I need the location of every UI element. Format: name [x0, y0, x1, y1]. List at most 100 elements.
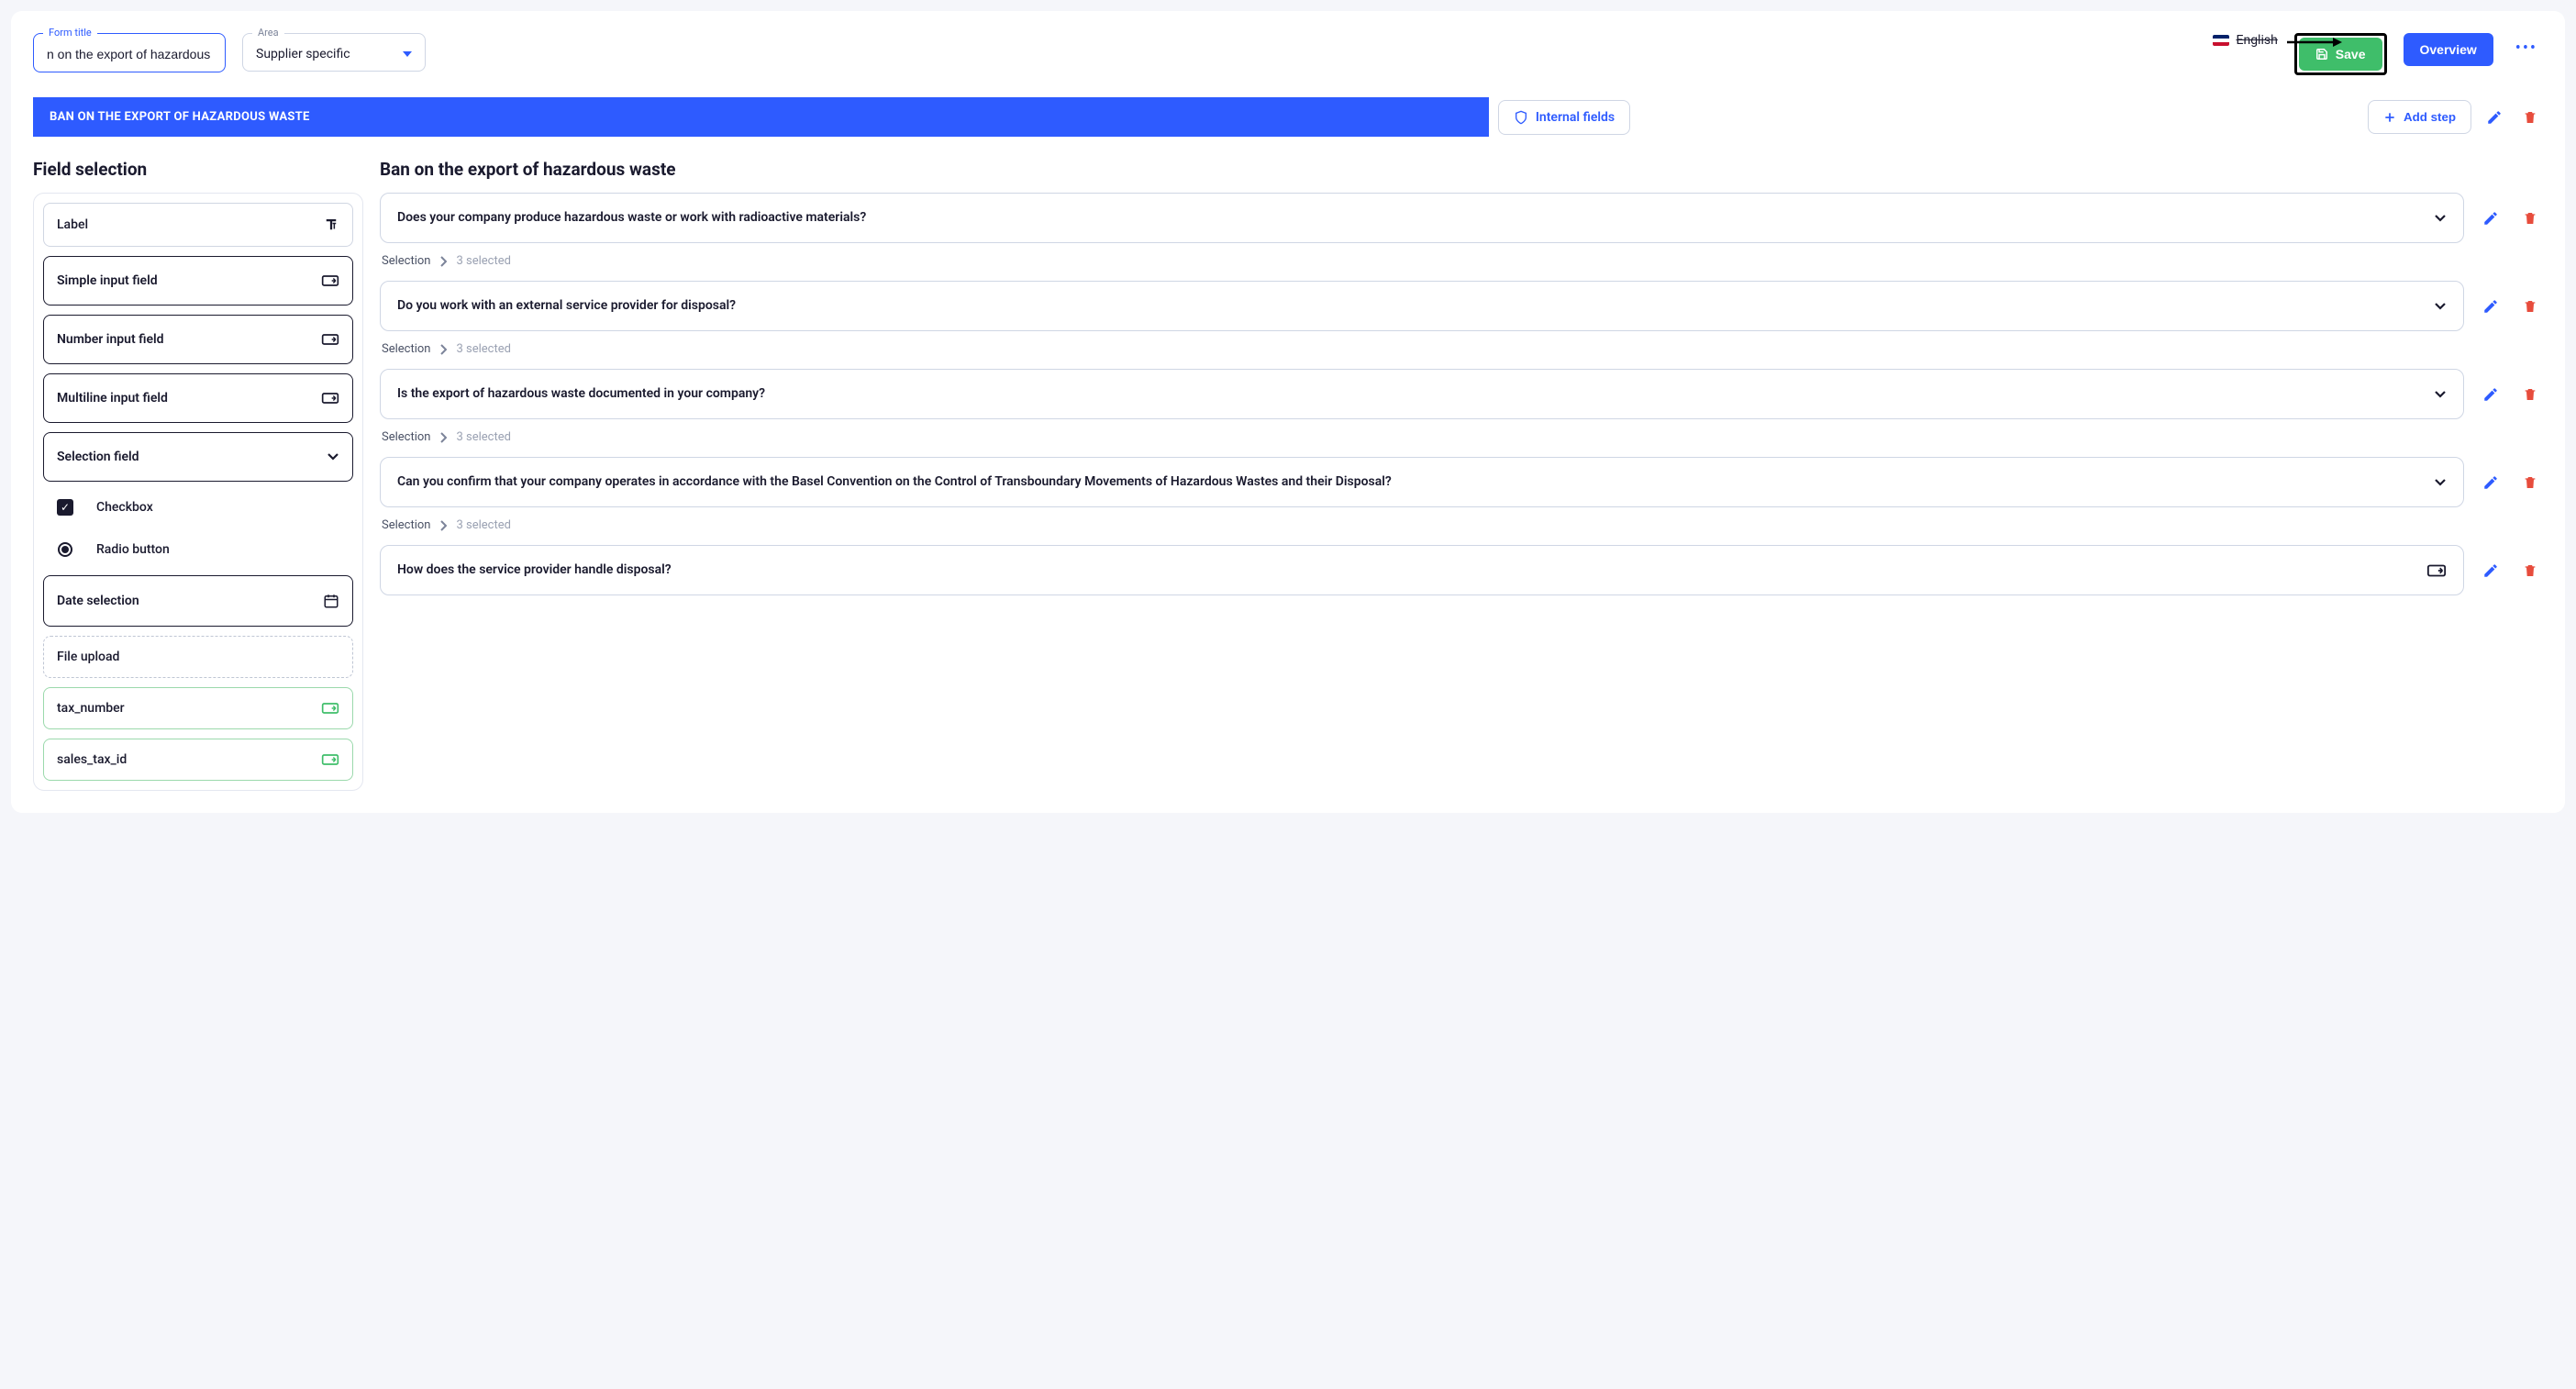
- form-preview-title: Ban on the export of hazardous waste: [380, 159, 2543, 180]
- edit-question-button[interactable]: [2477, 557, 2504, 584]
- radio-icon: [58, 542, 72, 557]
- delete-question-button[interactable]: [2517, 293, 2543, 320]
- field-type-radio[interactable]: Radio button: [43, 533, 353, 566]
- field-type-radio-text: Radio button: [96, 542, 170, 557]
- field-type-number-input[interactable]: Number input field: [43, 315, 353, 364]
- question-text: Do you work with an external service pro…: [397, 296, 2434, 316]
- save-icon: [2315, 48, 2328, 61]
- selection-word: Selection: [382, 254, 430, 268]
- pencil-icon: [2482, 562, 2499, 579]
- field-selection-title: Field selection: [33, 159, 363, 180]
- annotation-arrow-icon: [2287, 37, 2342, 48]
- delete-question-button[interactable]: [2517, 557, 2543, 584]
- field-type-multiline-input-text: Multiline input field: [57, 391, 168, 406]
- question-selection-meta[interactable]: Selection 3 selected: [380, 250, 2543, 281]
- question-text: Does your company produce hazardous wast…: [397, 208, 2434, 228]
- field-selection-column: Field selection Label Simple input field…: [33, 159, 363, 791]
- tab-main[interactable]: BAN ON THE EXPORT OF HAZARDOUS WASTE: [33, 97, 1489, 137]
- overview-button-label: Overview: [2420, 42, 2477, 57]
- question-card[interactable]: Can you confirm that your company operat…: [380, 457, 2464, 507]
- questions-list: Does your company produce hazardous wast…: [380, 193, 2543, 595]
- question-text: How does the service provider handle dis…: [397, 561, 2426, 580]
- language-selector[interactable]: English: [2213, 33, 2278, 48]
- selected-count: 3 selected: [456, 430, 510, 444]
- field-type-label[interactable]: Label: [43, 203, 353, 247]
- question-text: Can you confirm that your company operat…: [397, 472, 2434, 492]
- trash-icon: [2523, 210, 2537, 227]
- shield-icon: [1514, 110, 1528, 125]
- chevron-down-icon: [2434, 478, 2447, 487]
- add-step-button[interactable]: Add step: [2368, 100, 2471, 134]
- tab-internal-label: Internal fields: [1536, 110, 1615, 125]
- selected-count: 3 selected: [456, 342, 510, 356]
- question-card[interactable]: Is the export of hazardous waste documen…: [380, 369, 2464, 419]
- question-selection-meta[interactable]: Selection3 selected: [380, 515, 2543, 545]
- question-selection-meta[interactable]: Selection3 selected: [380, 427, 2543, 457]
- field-type-checkbox[interactable]: ✓ Checkbox: [43, 491, 353, 524]
- input-box-icon: [2426, 562, 2447, 579]
- question-card[interactable]: Does your company produce hazardous wast…: [380, 193, 2464, 243]
- selected-count: 3 selected: [456, 254, 510, 268]
- form-title-field[interactable]: Form title: [33, 33, 226, 72]
- question-row: Can you confirm that your company operat…: [380, 457, 2543, 507]
- add-step-label: Add step: [2404, 110, 2456, 124]
- body-columns: Field selection Label Simple input field…: [33, 159, 2543, 791]
- delete-tabs-button[interactable]: [2517, 104, 2543, 131]
- edit-question-button[interactable]: [2477, 469, 2504, 496]
- field-type-multiline-input[interactable]: Multiline input field: [43, 373, 353, 423]
- edit-question-button[interactable]: [2477, 381, 2504, 408]
- plus-icon: [2383, 111, 2396, 124]
- chevron-right-icon: [439, 344, 447, 355]
- overview-button[interactable]: Overview: [2404, 33, 2493, 66]
- delete-question-button[interactable]: [2517, 205, 2543, 232]
- question-selection-meta[interactable]: Selection 3 selected: [380, 339, 2543, 369]
- pencil-icon: [2486, 109, 2503, 126]
- input-box-icon: [321, 752, 339, 767]
- form-builder: Form title Area Supplier specific Englis…: [11, 11, 2565, 813]
- field-type-sales-tax-id-text: sales_tax_id: [57, 752, 127, 767]
- checkbox-icon: ✓: [57, 499, 73, 516]
- more-menu-icon[interactable]: •••: [2510, 33, 2543, 63]
- field-type-selection[interactable]: Selection field: [43, 432, 353, 482]
- area-dropdown[interactable]: Area Supplier specific: [242, 33, 426, 72]
- trash-icon: [2523, 109, 2537, 126]
- pencil-icon: [2482, 210, 2499, 227]
- delete-question-button[interactable]: [2517, 381, 2543, 408]
- question-card[interactable]: Do you work with an external service pro…: [380, 281, 2464, 331]
- tab-internal-fields[interactable]: Internal fields: [1498, 100, 1630, 135]
- form-title-input[interactable]: [47, 47, 212, 61]
- chevron-down-icon: [2434, 390, 2447, 399]
- edit-question-button[interactable]: [2477, 205, 2504, 232]
- field-type-simple-input[interactable]: Simple input field: [43, 256, 353, 306]
- input-box-icon: [321, 273, 339, 288]
- trash-icon: [2523, 562, 2537, 579]
- field-type-selection-text: Selection field: [57, 450, 139, 464]
- caret-down-icon: [403, 51, 412, 57]
- input-box-icon: [321, 391, 339, 406]
- field-type-tax-number[interactable]: tax_number: [43, 687, 353, 729]
- question-card[interactable]: How does the service provider handle dis…: [380, 545, 2464, 595]
- tabs-row: BAN ON THE EXPORT OF HAZARDOUS WASTE Int…: [33, 97, 2543, 137]
- input-box-icon: [321, 332, 339, 347]
- field-type-date[interactable]: Date selection: [43, 575, 353, 627]
- field-type-simple-input-text: Simple input field: [57, 273, 158, 288]
- question-text: Is the export of hazardous waste documen…: [397, 384, 2434, 404]
- question-row: How does the service provider handle dis…: [380, 545, 2543, 595]
- trash-icon: [2523, 474, 2537, 491]
- edit-tabs-button[interactable]: [2481, 104, 2508, 131]
- delete-question-button[interactable]: [2517, 469, 2543, 496]
- area-label: Area: [252, 27, 284, 39]
- chevron-down-icon: [327, 452, 339, 461]
- field-type-sales-tax-id[interactable]: sales_tax_id: [43, 739, 353, 781]
- input-box-icon: [321, 701, 339, 716]
- field-type-number-input-text: Number input field: [57, 332, 164, 347]
- field-type-file-upload[interactable]: File upload: [43, 636, 353, 678]
- trash-icon: [2523, 386, 2537, 403]
- selection-word: Selection: [382, 342, 430, 356]
- edit-question-button[interactable]: [2477, 293, 2504, 320]
- question-row: Is the export of hazardous waste documen…: [380, 369, 2543, 419]
- pencil-icon: [2482, 386, 2499, 403]
- field-type-checkbox-text: Checkbox: [96, 500, 153, 515]
- text-format-icon: [323, 217, 339, 233]
- flag-uk-icon: [2213, 35, 2229, 46]
